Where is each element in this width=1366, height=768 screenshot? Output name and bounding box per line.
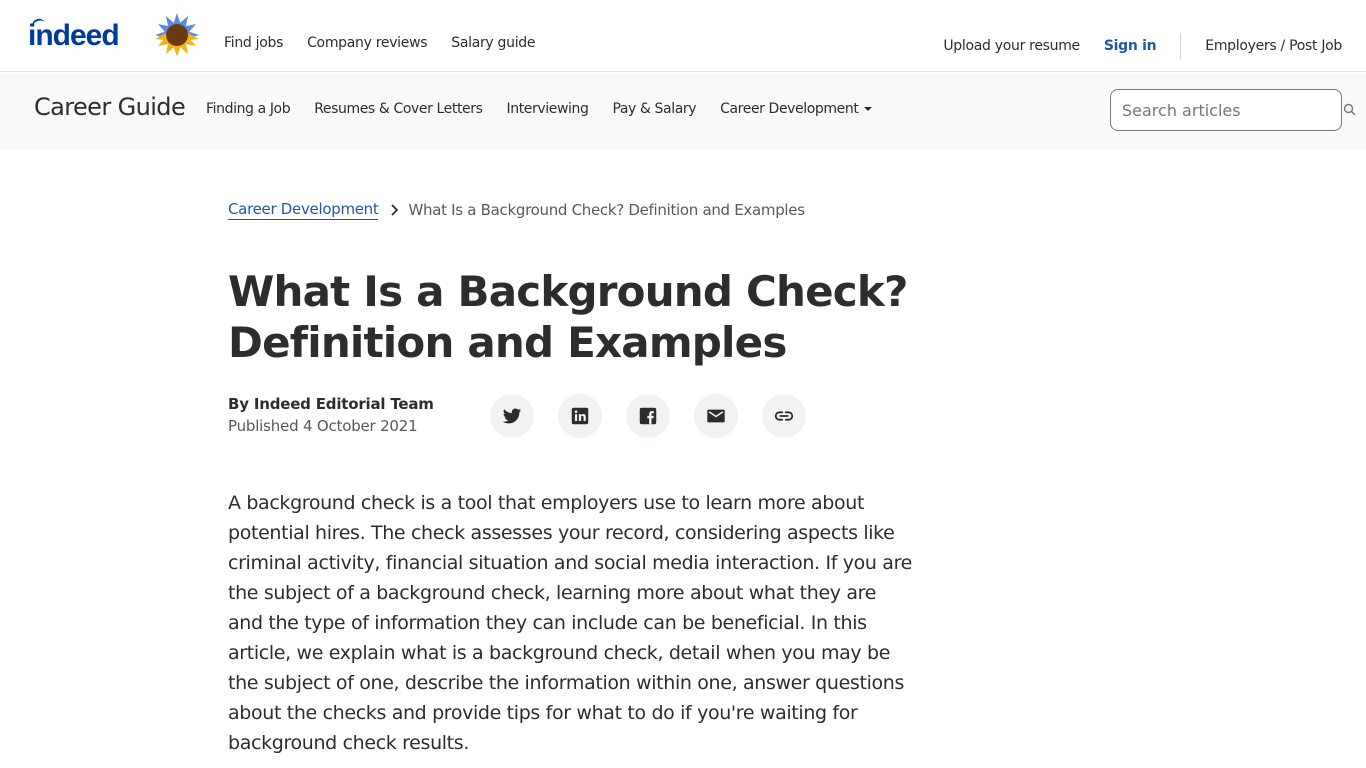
career-guide-title[interactable]: Career Guide: [34, 93, 186, 121]
header-right: Upload your resume Sign in Employers / P…: [943, 33, 1342, 59]
indeed-logo[interactable]: indeed: [28, 16, 120, 56]
share-linkedin-button[interactable]: [558, 394, 602, 438]
share-twitter-button[interactable]: [490, 394, 534, 438]
top-nav: Find jobs Company reviews Salary guide: [224, 33, 559, 53]
subnav-resumes-cover-letters[interactable]: Resumes & Cover Letters: [314, 101, 483, 117]
share-facebook-button[interactable]: [626, 394, 670, 438]
nav-find-jobs[interactable]: Find jobs: [224, 33, 283, 53]
author: By Indeed Editorial Team: [228, 395, 434, 413]
subnav-interviewing[interactable]: Interviewing: [507, 101, 589, 117]
article-intro: A background check is a tool that employ…: [228, 492, 912, 754]
share-email-button[interactable]: [694, 394, 738, 438]
nav-company-reviews[interactable]: Company reviews: [307, 33, 427, 53]
chevron-right-icon: [391, 203, 399, 216]
breadcrumb: Career Development What Is a Background …: [228, 199, 805, 220]
published-date: Published 4 October 2021: [228, 417, 418, 435]
career-guide-nav: Finding a Job Resumes & Cover Letters In…: [206, 101, 896, 117]
facebook-icon: [639, 407, 657, 425]
sign-in-link[interactable]: Sign in: [1104, 36, 1157, 56]
employers-post-job-link[interactable]: Employers / Post Job: [1205, 36, 1342, 56]
subnav-career-development[interactable]: Career Development: [720, 101, 873, 117]
search-icon[interactable]: [1343, 103, 1357, 117]
search-articles-input[interactable]: [1110, 89, 1342, 131]
email-icon: [707, 409, 725, 423]
twitter-icon: [502, 408, 522, 424]
link-icon: [774, 411, 794, 421]
share-buttons: [490, 394, 806, 438]
copy-link-button[interactable]: [762, 394, 806, 438]
byline: By Indeed Editorial Team Published 4 Oct…: [228, 394, 434, 438]
article-title: What Is a Background Check? Definition a…: [228, 267, 908, 367]
caret-down-icon: [864, 107, 873, 111]
header-divider: [1180, 33, 1182, 59]
linkedin-icon: [571, 407, 589, 425]
upload-resume-link[interactable]: Upload your resume: [943, 36, 1080, 56]
nav-salary-guide[interactable]: Salary guide: [451, 33, 535, 53]
breadcrumb-career-development[interactable]: Career Development: [228, 199, 379, 220]
breadcrumb-current: What Is a Background Check? Definition a…: [408, 200, 805, 219]
subnav-career-development-label: Career Development: [720, 101, 859, 117]
subnav-pay-salary[interactable]: Pay & Salary: [612, 101, 696, 117]
top-header: indeed Find jobs Company reviews Salary …: [0, 0, 1366, 72]
sunflower-icon: [155, 13, 199, 57]
career-guide-subnav: Career Guide Finding a Job Resumes & Cov…: [0, 73, 1366, 150]
subnav-finding-a-job[interactable]: Finding a Job: [206, 101, 291, 117]
